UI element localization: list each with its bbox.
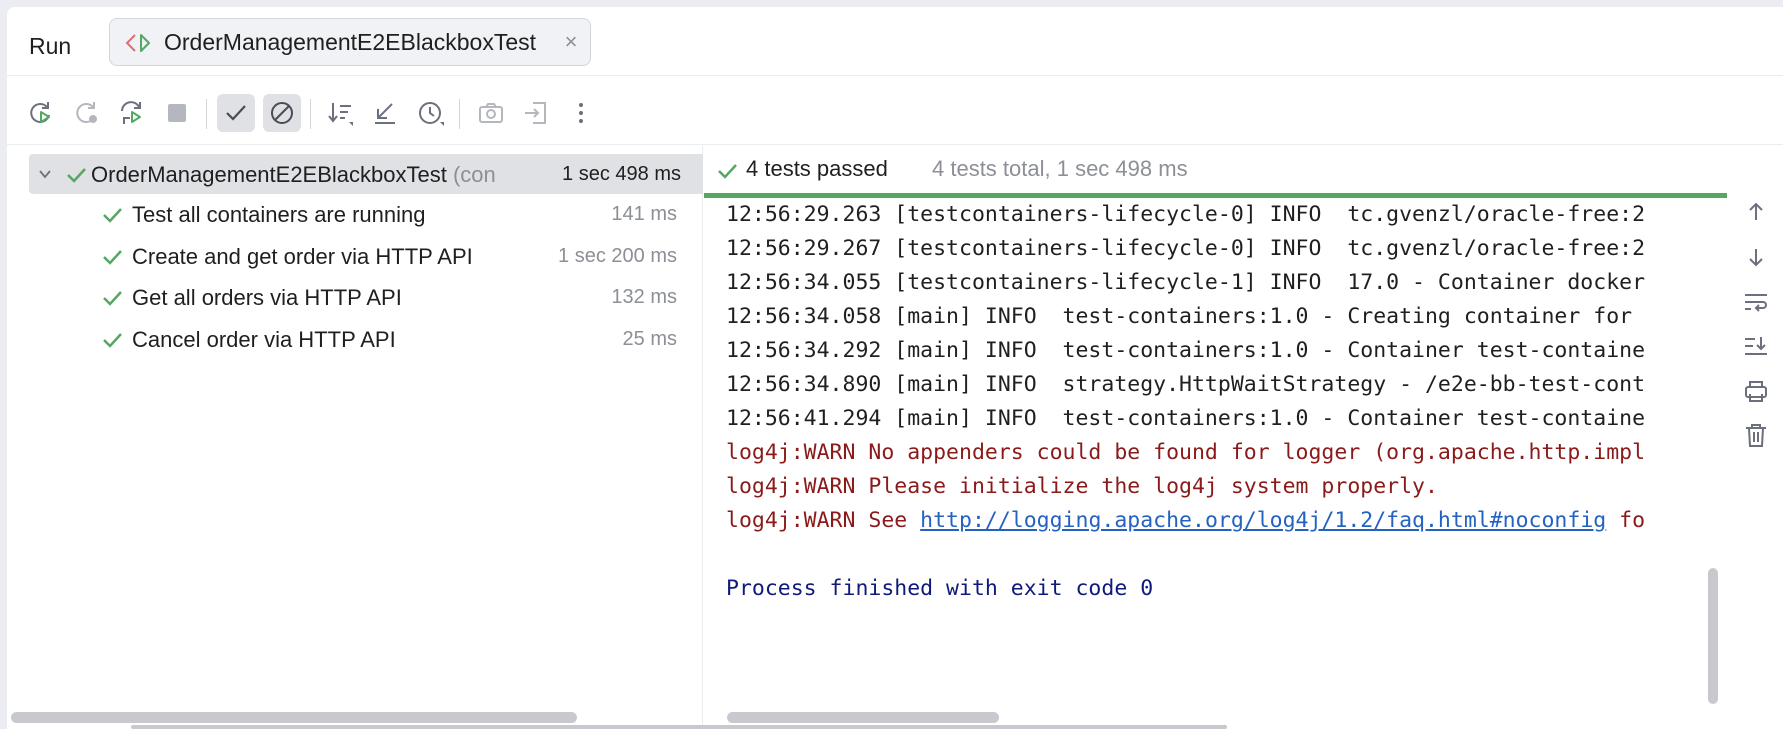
print-icon	[1745, 381, 1767, 402]
trash-icon	[1746, 424, 1766, 447]
process-finished-line: Process finished with exit code 0	[726, 576, 1154, 601]
passed-check-icon	[718, 164, 737, 179]
clear-all-button[interactable]	[1742, 421, 1770, 449]
test-name: Cancel order via HTTP API	[132, 327, 396, 352]
collapse-button[interactable]	[366, 94, 404, 132]
log-warn-line: log4j:WARN Please initialize the log4j s…	[726, 474, 1438, 499]
sort-icon	[328, 103, 353, 126]
chevron-down-icon[interactable]	[37, 166, 53, 182]
log-line: 12:56:34.058 [main] INFO test-containers…	[726, 304, 1633, 329]
close-icon[interactable]: ×	[560, 31, 582, 53]
console-panel: 4 tests passed 4 tests total, 1 sec 498 …	[704, 146, 1730, 729]
check-icon	[226, 105, 246, 121]
run-header: Run OrderManagementE2EBlackboxTest ×	[7, 7, 1783, 76]
log-line: 12:56:29.263 [testcontainers-lifecycle-0…	[726, 202, 1646, 227]
ignored-icon	[271, 102, 293, 124]
test-duration: 25 ms	[622, 328, 677, 350]
console-side-toolbar	[1730, 146, 1783, 729]
log-line: 12:56:34.890 [main] INFO strategy.HttpWa…	[726, 372, 1646, 397]
tree-horizontal-scrollbar[interactable]	[11, 712, 577, 723]
show-passed-button[interactable]	[217, 94, 255, 132]
print-button[interactable]	[1742, 377, 1770, 405]
passed-check-icon	[103, 208, 122, 223]
rerun-failed-button[interactable]	[67, 94, 105, 132]
camera-icon	[479, 103, 503, 123]
toolbar-separator	[459, 99, 460, 129]
test-history-icon	[419, 102, 444, 126]
scrollbar-thumb[interactable]	[1708, 568, 1718, 704]
test-row[interactable]: Test all containers are running 141 ms	[7, 194, 703, 234]
bottom-scroll-indicator	[131, 725, 1227, 729]
export-icon	[525, 102, 546, 124]
rerun-failed-icon	[76, 102, 97, 123]
rerun-icon	[30, 102, 50, 123]
run-toolbar	[7, 77, 1783, 145]
stop-button[interactable]	[158, 94, 196, 132]
test-row[interactable]: Get all orders via HTTP API 132 ms	[7, 277, 703, 317]
toolbar-separator	[206, 99, 207, 129]
tests-total-label: 4 tests total, 1 sec 498 ms	[932, 156, 1188, 181]
show-ignored-button[interactable]	[263, 94, 301, 132]
toggle-auto-test-button[interactable]	[113, 94, 151, 132]
test-config-icon	[125, 34, 150, 52]
test-duration: 141 ms	[611, 203, 677, 225]
soft-wrap-icon	[1745, 294, 1767, 312]
run-tool-window: Run OrderManagementE2EBlackboxTest × Ord…	[7, 7, 1783, 729]
sort-button[interactable]	[321, 94, 359, 132]
scroll-to-end-icon	[1745, 337, 1767, 355]
tree-root-suffix: (con	[452, 162, 496, 187]
log-line: 12:56:41.294 [main] INFO test-containers…	[726, 406, 1646, 431]
test-tree: OrderManagementE2EBlackboxTest (con 1 se…	[7, 146, 703, 729]
stop-icon	[168, 104, 186, 122]
scroll-down-button[interactable]	[1742, 243, 1770, 271]
tree-root-row[interactable]: OrderManagementE2EBlackboxTest (con 1 se…	[29, 154, 703, 194]
console-vertical-scrollbar[interactable]	[1708, 198, 1718, 718]
tests-passed-label: 4 tests passed	[746, 156, 888, 181]
export-button[interactable]	[517, 94, 555, 132]
collapse-icon	[375, 103, 395, 124]
test-name: Get all orders via HTTP API	[132, 285, 402, 310]
console-output[interactable]: 12:56:29.263 [testcontainers-lifecycle-0…	[704, 198, 1710, 718]
passed-check-icon	[103, 250, 122, 265]
test-status-bar: 4 tests passed 4 tests total, 1 sec 498 …	[704, 146, 1730, 193]
passed-check-icon	[103, 333, 122, 348]
run-title: Run	[29, 33, 72, 59]
log-line: 12:56:29.267 [testcontainers-lifecycle-0…	[726, 236, 1646, 261]
test-duration: 1 sec 200 ms	[558, 245, 677, 267]
log-warn-see-suffix: fo	[1606, 508, 1646, 533]
test-row[interactable]: Cancel order via HTTP API 25 ms	[7, 319, 703, 359]
test-name: Create and get order via HTTP API	[132, 244, 473, 269]
log-line: 12:56:34.292 [main] INFO test-containers…	[726, 338, 1646, 363]
tree-root-duration: 1 sec 498 ms	[562, 163, 681, 185]
scroll-up-button[interactable]	[1742, 198, 1770, 226]
run-config-tab[interactable]: OrderManagementE2EBlackboxTest ×	[109, 18, 591, 66]
more-button[interactable]	[562, 94, 600, 132]
arrow-down-icon	[1749, 249, 1763, 267]
passed-check-icon	[103, 291, 122, 306]
soft-wrap-button[interactable]	[1742, 288, 1770, 316]
log-line: 12:56:34.055 [testcontainers-lifecycle-1…	[726, 270, 1646, 295]
log-warn-line: log4j:WARN No appenders could be found f…	[726, 440, 1646, 465]
test-name: Test all containers are running	[132, 202, 426, 227]
passed-check-icon	[67, 168, 86, 183]
test-duration: 132 ms	[611, 286, 677, 308]
rerun-button[interactable]	[21, 94, 59, 132]
test-row[interactable]: Create and get order via HTTP API 1 sec …	[7, 236, 703, 276]
scroll-to-end-button[interactable]	[1742, 332, 1770, 360]
more-icon	[579, 103, 583, 123]
test-history-button[interactable]	[412, 94, 450, 132]
toolbar-separator	[310, 99, 311, 129]
tree-root-name: OrderManagementE2EBlackboxTest	[91, 162, 447, 187]
arrow-up-icon	[1749, 202, 1763, 220]
log4j-faq-link[interactable]: http://logging.apache.org/log4j/1.2/faq.…	[920, 508, 1606, 533]
toggle-auto-test-icon	[121, 101, 141, 124]
screenshot-button[interactable]	[472, 94, 510, 132]
tab-label: OrderManagementE2EBlackboxTest	[164, 29, 537, 55]
log-warn-see-line: log4j:WARN See http://logging.apache.org…	[726, 504, 1645, 538]
console-horizontal-scrollbar[interactable]	[727, 712, 999, 723]
tree-root-label: OrderManagementE2EBlackboxTest (con	[91, 162, 571, 188]
log-warn-see-prefix: log4j:WARN See	[726, 508, 921, 533]
